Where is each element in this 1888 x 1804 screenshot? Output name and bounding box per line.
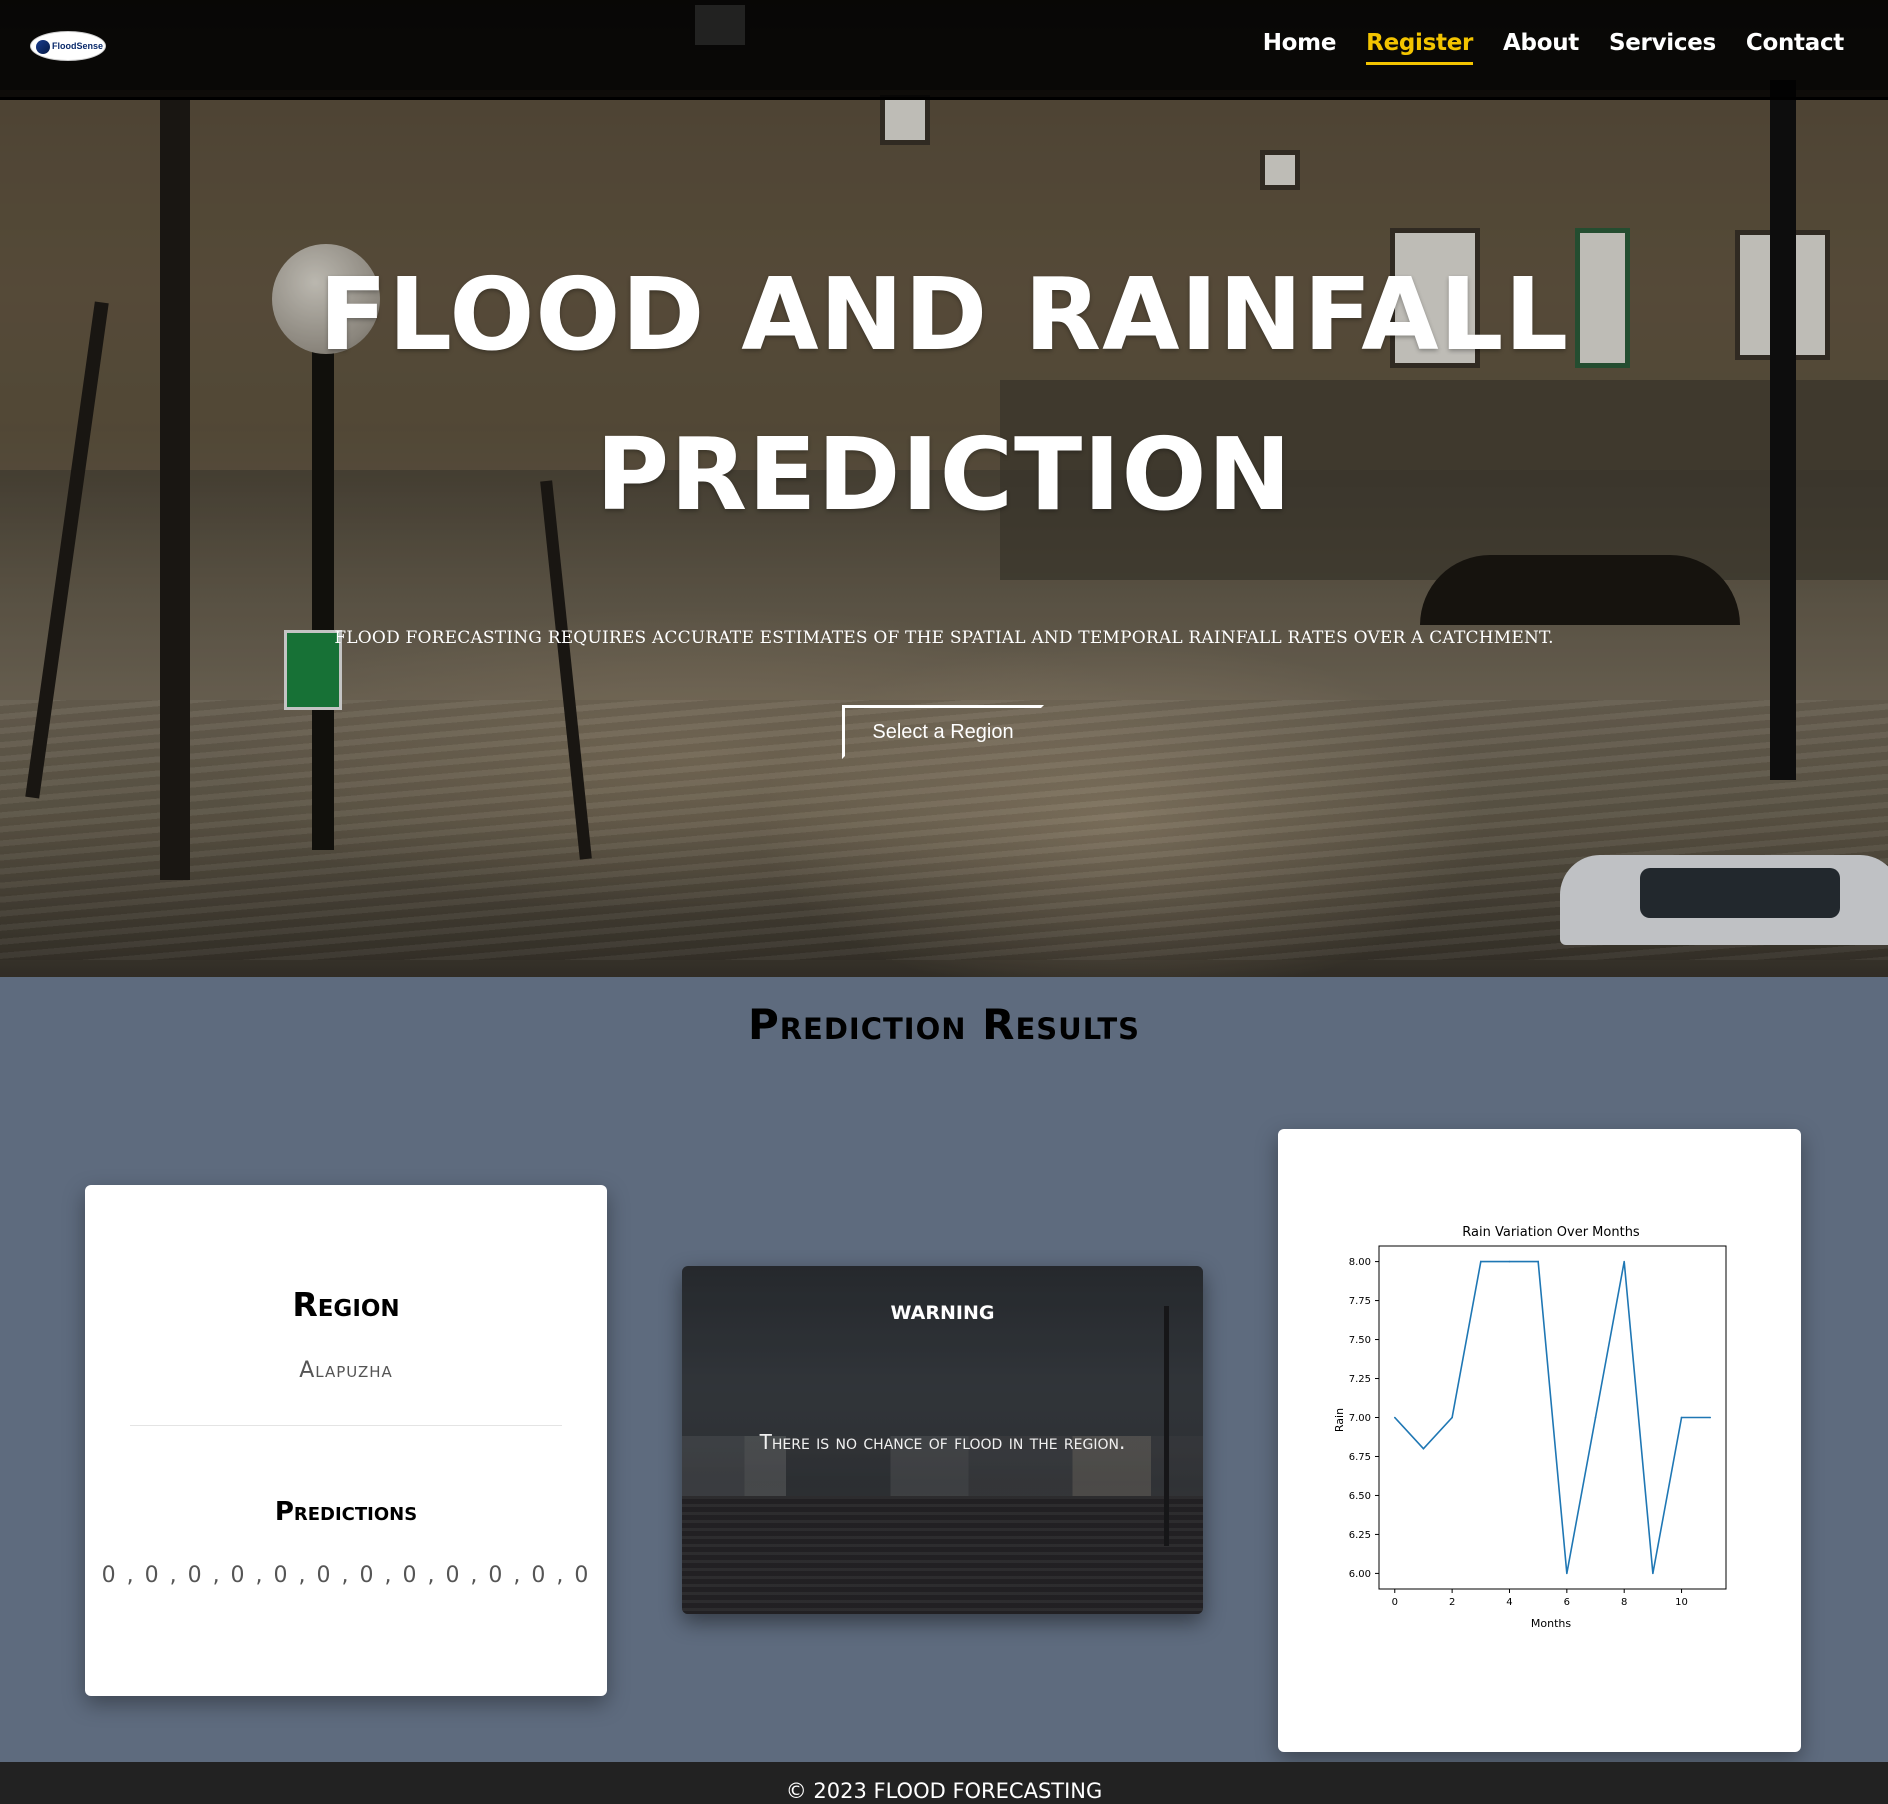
globe-icon	[36, 40, 50, 54]
y-tick-label: 7.50	[1349, 1335, 1371, 1346]
rain-data-point	[1537, 1260, 1539, 1263]
warning-message: There is no chance of flood in the regio…	[759, 1430, 1126, 1454]
rain-data-point	[1393, 1416, 1396, 1419]
x-tick-label: 0	[1392, 1597, 1398, 1608]
hero-title-line2: PREDICTION	[595, 416, 1293, 533]
site-logo[interactable]: FloodSense	[30, 31, 106, 61]
y-tick-label: 6.00	[1349, 1569, 1371, 1580]
rain-line-chart: Rain Variation Over Months Months Rain 0…	[1333, 1225, 1727, 1630]
x-tick-label: 2	[1449, 1597, 1455, 1608]
nav-link-home[interactable]: Home	[1263, 30, 1337, 65]
rain-data-point	[1422, 1447, 1425, 1450]
chart-title: Rain Variation Over Months	[1462, 1225, 1640, 1240]
region-name: Alapuzha	[299, 1358, 393, 1383]
results-title: Prediction Results	[747, 1000, 1141, 1049]
y-tick-label: 6.25	[1349, 1530, 1371, 1541]
select-region-button[interactable]: Select a Region	[842, 705, 1044, 759]
rain-data-point	[1508, 1260, 1511, 1263]
region-card: Region Alapuzha Predictions 0 , 0 , 0 , …	[85, 1185, 607, 1696]
region-heading: Region	[292, 1285, 400, 1324]
predictions-heading: Predictions	[274, 1497, 418, 1527]
x-tick-label: 4	[1506, 1597, 1512, 1608]
nav-links: Home Register About Services Contact	[1263, 30, 1844, 65]
nav-link-services[interactable]: Services	[1609, 30, 1716, 65]
hero-subtitle: FLOOD FORECASTING REQUIRES ACCURATE ESTI…	[334, 628, 1554, 648]
footer: © 2023 FLOOD FORECASTING	[0, 1762, 1888, 1804]
x-tick-label: 10	[1675, 1597, 1688, 1608]
rain-data-point	[1594, 1416, 1597, 1419]
warning-card: WARNING There is no chance of flood in t…	[682, 1266, 1203, 1614]
rain-data-point	[1623, 1260, 1625, 1263]
rain-data-point	[1566, 1572, 1568, 1575]
nav-link-register[interactable]: Register	[1366, 30, 1473, 65]
rain-data-point	[1680, 1416, 1683, 1419]
rain-data-point	[1652, 1572, 1654, 1575]
logo-text: FloodSense	[52, 41, 104, 51]
x-tick-label: 6	[1564, 1597, 1570, 1608]
y-tick-label: 6.50	[1349, 1491, 1371, 1502]
y-tick-label: 7.00	[1349, 1413, 1371, 1424]
rain-data-point	[1480, 1260, 1482, 1263]
x-tick-label: 8	[1621, 1597, 1627, 1608]
y-tick-label: 6.75	[1349, 1452, 1371, 1463]
rain-data-point	[1451, 1416, 1453, 1419]
nav-link-about[interactable]: About	[1503, 30, 1579, 65]
rain-series-line	[1394, 1260, 1711, 1574]
rain-data-point	[1709, 1416, 1712, 1419]
divider	[130, 1425, 562, 1426]
hero-section: FloodSense Home Register About Services …	[0, 0, 1888, 977]
y-tick-label: 7.25	[1349, 1374, 1371, 1385]
hero-title: FLOOD AND RAINFALL PREDICTION	[0, 235, 1888, 555]
warning-title: WARNING	[890, 1302, 995, 1324]
nav-link-contact[interactable]: Contact	[1746, 30, 1844, 65]
y-tick-label: 7.75	[1349, 1296, 1371, 1307]
top-navbar: FloodSense Home Register About Services …	[0, 0, 1888, 100]
predictions-values: 0 , 0 , 0 , 0 , 0 , 0 , 0 , 0 , 0 , 0 , …	[101, 1563, 591, 1588]
hero-title-line1: FLOOD AND RAINFALL	[318, 256, 1570, 373]
chart-x-axis-label: Months	[1531, 1617, 1571, 1630]
y-tick-label: 8.00	[1349, 1257, 1371, 1268]
chart-y-axis-label: Rain	[1333, 1408, 1346, 1432]
rain-chart-card: Rain Variation Over Months Months Rain 0…	[1278, 1129, 1801, 1752]
